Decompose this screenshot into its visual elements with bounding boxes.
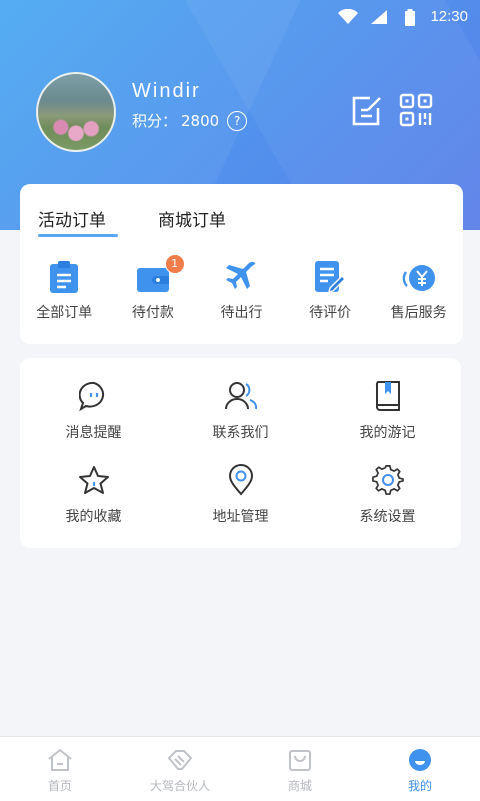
tab-mall[interactable]: 商城 <box>240 737 360 801</box>
menu-item-label: 我的游记 <box>359 425 416 441</box>
tab-home[interactable]: 首页 <box>0 737 120 801</box>
order-card: 活动订单 商城订单 全部订单 1 待付款 待出行 待评价 售后服务 <box>20 184 463 344</box>
order-item-label: 售后服务 <box>390 305 447 321</box>
tab-label: 我的 <box>407 779 432 793</box>
signal-icon <box>371 10 387 24</box>
yuan-service-icon <box>402 265 435 291</box>
menu-item-label: 联系我们 <box>212 425 269 441</box>
wallet-icon <box>136 268 169 292</box>
tab-label: 商城 <box>287 779 312 793</box>
menu-card: 消息提醒 联系我们 我的游记 我的收藏 地址管理 系统设置 <box>20 358 461 548</box>
order-tabs: 活动订单 商城订单 <box>38 206 278 237</box>
order-item-pending-payment[interactable]: 1 待付款 <box>109 254 198 322</box>
profile-section: Windir 积分： 2800 ? <box>36 72 456 152</box>
order-item-label: 待付款 <box>131 305 174 321</box>
help-icon[interactable]: ? <box>227 110 248 131</box>
location-icon <box>228 464 253 496</box>
menu-item-label: 消息提醒 <box>65 425 122 441</box>
tab-activity-orders[interactable]: 活动订单 <box>38 206 118 237</box>
points-label: 积分： <box>132 112 178 130</box>
menu-item-messages[interactable]: 消息提醒 <box>20 380 167 442</box>
menu-item-label: 我的收藏 <box>65 509 122 525</box>
clipboard-icon <box>50 261 79 293</box>
tab-partner[interactable]: 大驾合伙人 <box>120 737 240 801</box>
menu-item-settings[interactable]: 系统设置 <box>314 464 461 526</box>
tab-mine[interactable]: 我的 <box>360 737 480 801</box>
message-icon <box>78 381 104 411</box>
order-item-label: 待出行 <box>220 305 263 321</box>
gear-icon <box>371 465 404 495</box>
menu-item-address-management[interactable]: 地址管理 <box>167 464 314 526</box>
user-icon <box>409 749 431 771</box>
avatar[interactable] <box>36 72 116 152</box>
status-time: 12:30 <box>430 8 468 25</box>
menu-item-my-journals[interactable]: 我的游记 <box>314 380 461 442</box>
airplane-icon <box>226 261 256 289</box>
tab-mall-orders[interactable]: 商城订单 <box>158 206 226 231</box>
tab-label: 首页 <box>47 779 72 793</box>
menu-item-contact-us[interactable]: 联系我们 <box>167 380 314 442</box>
menu-item-favorites[interactable]: 我的收藏 <box>20 464 167 526</box>
star-icon <box>78 466 109 494</box>
menu-item-label: 系统设置 <box>359 509 416 525</box>
username: Windir <box>132 80 201 102</box>
qr-code-icon[interactable] <box>398 92 434 128</box>
home-icon <box>48 748 72 771</box>
order-item-label: 全部订单 <box>36 305 93 321</box>
order-item-after-sales[interactable]: 售后服务 <box>374 256 463 322</box>
menu-item-label: 地址管理 <box>212 509 269 525</box>
order-item-label: 待评价 <box>309 305 352 321</box>
review-icon <box>315 261 347 294</box>
pending-payment-badge: 1 <box>164 254 185 274</box>
points-row: 积分： 2800 ? <box>132 110 248 131</box>
journal-icon <box>375 381 400 411</box>
battery-icon <box>405 9 415 26</box>
tab-label: 大驾合伙人 <box>149 779 210 793</box>
order-item-all[interactable]: 全部订单 <box>20 256 109 322</box>
bottom-tab-bar: 首页 大驾合伙人 商城 我的 <box>0 736 480 801</box>
edit-icon[interactable] <box>348 92 384 128</box>
order-item-to-travel[interactable]: 待出行 <box>197 256 286 322</box>
wifi-icon <box>338 9 358 24</box>
status-bar: 12:30 <box>0 0 480 36</box>
contacts-icon <box>224 382 257 410</box>
points-value: 2800 <box>181 111 220 130</box>
shopping-bag-icon <box>289 750 311 771</box>
order-item-to-review[interactable]: 待评价 <box>286 256 375 322</box>
handshake-icon <box>168 750 192 770</box>
